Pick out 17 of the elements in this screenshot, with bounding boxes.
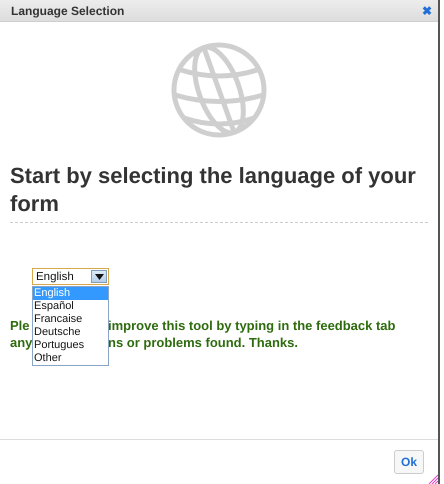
- message-text: improve this tool by typing in the feedback tab: [108, 317, 396, 334]
- dropdown-option[interactable]: Francaise: [33, 313, 108, 326]
- close-button[interactable]: ✖: [422, 4, 432, 18]
- resize-grip-icon[interactable]: [428, 474, 438, 484]
- window-title: Language Selection: [11, 4, 124, 18]
- language-select[interactable]: English: [32, 268, 109, 285]
- heading: Start by selecting the language of your form: [10, 162, 417, 218]
- message-text: Ple: [10, 318, 30, 333]
- message-text: any: [10, 335, 32, 350]
- dropdown-option[interactable]: Portugues: [33, 339, 108, 352]
- select-value: English: [35, 270, 75, 282]
- message-text: ns or problems found. Thanks.: [108, 334, 298, 351]
- dropdown-option[interactable]: Deutsche: [33, 326, 108, 339]
- dropdown-option[interactable]: Español: [33, 300, 108, 313]
- ok-button[interactable]: Ok: [394, 450, 424, 474]
- globe-icon: [169, 40, 269, 140]
- dropdown-option[interactable]: Other: [33, 352, 108, 365]
